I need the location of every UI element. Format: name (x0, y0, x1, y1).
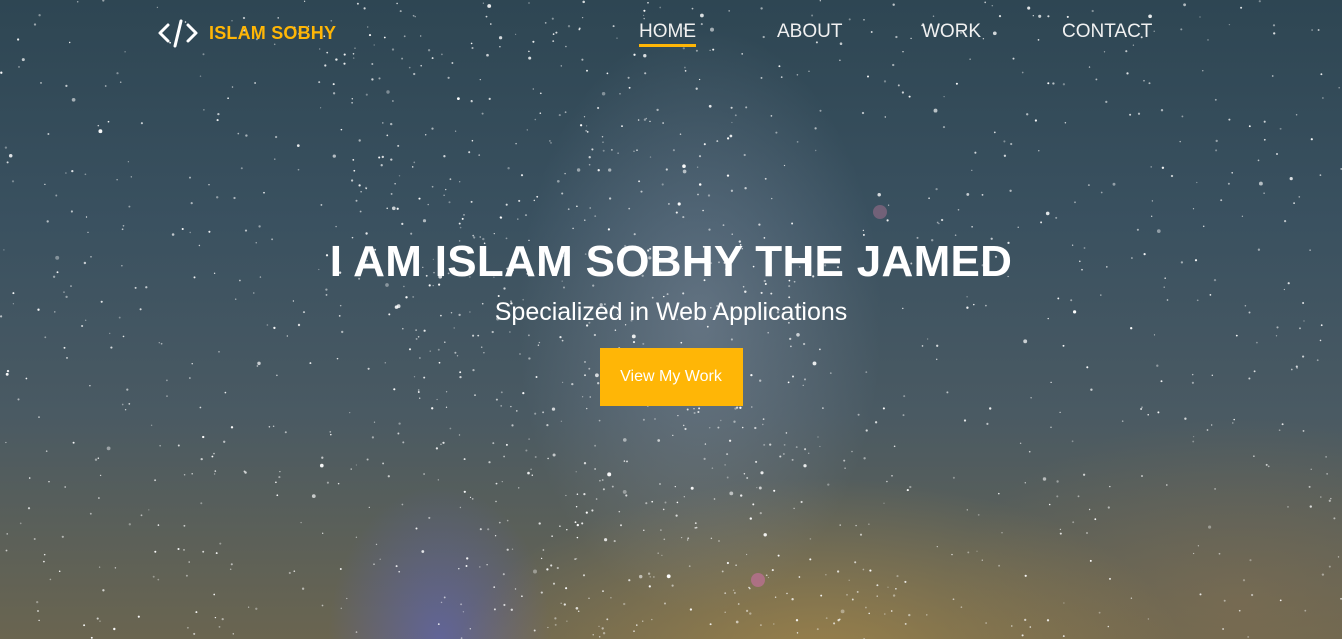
hero-content: I AM ISLAM SOBHY THE JAMED Specialized i… (0, 236, 1342, 406)
hero-section: ISLAM SOBHY HOME ABOUT WORK CONTACT I AM… (0, 0, 1342, 639)
nav-menu: HOME ABOUT WORK CONTACT (0, 21, 1342, 47)
hero-title: I AM ISLAM SOBHY THE JAMED (329, 237, 1013, 286)
navbar: ISLAM SOBHY HOME ABOUT WORK CONTACT (0, 0, 1342, 66)
nav-link-work[interactable]: WORK (922, 21, 981, 43)
view-my-work-button[interactable]: View My Work (599, 348, 743, 406)
nav-link-about[interactable]: ABOUT (777, 21, 842, 43)
nav-link-contact[interactable]: CONTACT (1062, 21, 1152, 43)
nav-link-home[interactable]: HOME (639, 21, 696, 47)
hero-subtitle: Specialized in Web Applications (494, 298, 848, 326)
